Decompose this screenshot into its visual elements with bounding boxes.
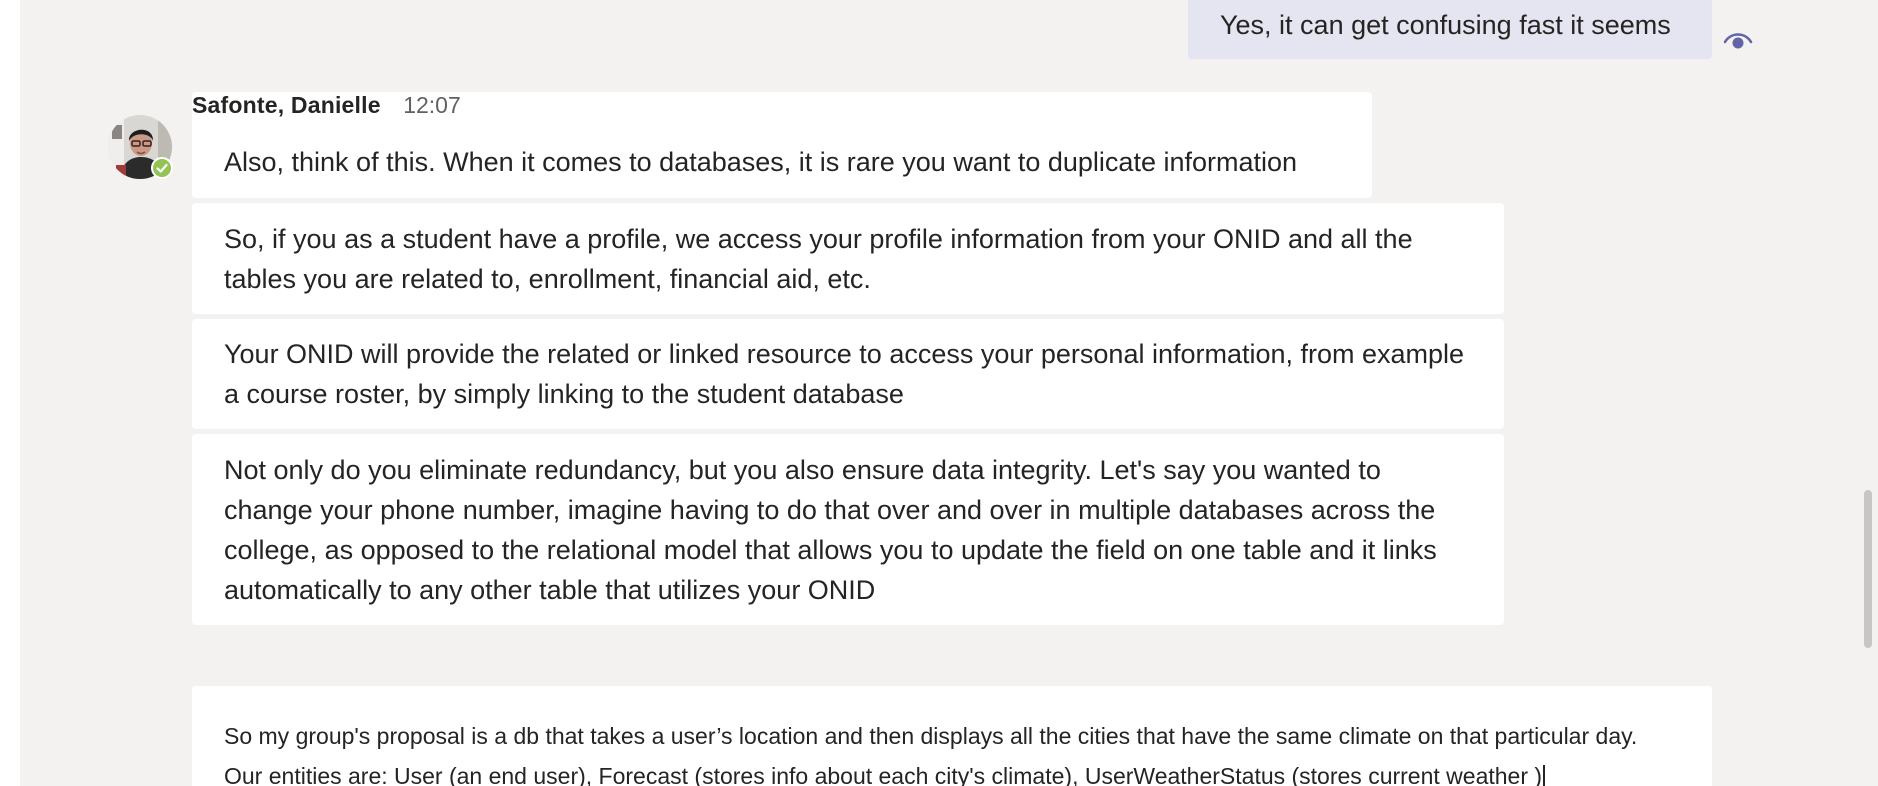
scrollbar-thumb[interactable] [1864,490,1872,648]
received-message[interactable]: Your ONID will provide the related or li… [192,319,1504,429]
presence-available-icon [151,157,173,179]
message-text: Also, think of this. When it comes to da… [224,147,1298,177]
app-rail-edge [0,0,20,786]
compose-line-text: Our entities are: User (an end user), Fo… [224,763,1543,786]
message-text: Not only do you eliminate redundancy, bu… [224,455,1437,605]
chat-thread: Yes, it can get confusing fast it seems [0,0,1878,786]
message-header: Safonte, Danielle 12:07 [192,92,461,119]
text-caret [1543,764,1546,786]
compose-box[interactable]: So my group's proposal is a db that take… [192,686,1712,786]
received-message[interactable]: Not only do you eliminate redundancy, bu… [192,434,1504,625]
compose-line: Our entities are: User (an end user), Fo… [224,756,1712,786]
message-text: So, if you as a student have a profile, … [224,224,1413,294]
author-name[interactable]: Safonte, Danielle [192,92,381,118]
compose-line: So my group's proposal is a db that take… [224,723,1638,749]
received-message[interactable]: So, if you as a student have a profile, … [192,203,1504,314]
avatar[interactable] [108,115,173,179]
message-text: Your ONID will provide the related or li… [224,339,1465,409]
eye-icon[interactable] [1722,28,1754,52]
sent-message[interactable]: Yes, it can get confusing fast it seems [1188,0,1712,59]
message-timestamp: 12:07 [403,92,461,118]
sent-message-text: Yes, it can get confusing fast it seems [1220,10,1671,40]
